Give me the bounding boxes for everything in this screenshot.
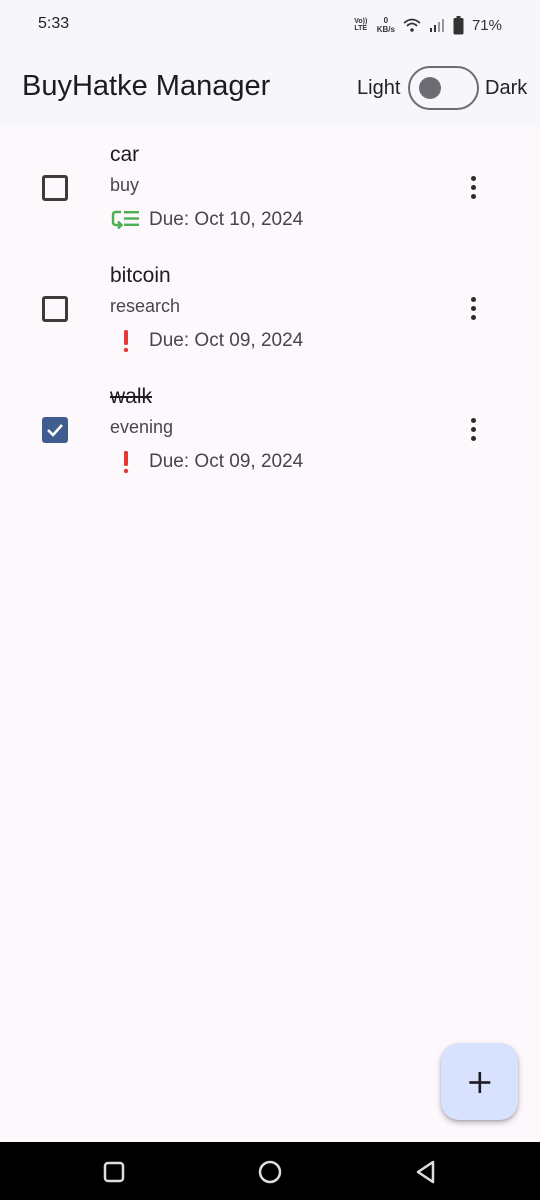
net-speed: 0 KB/s — [376, 16, 395, 34]
task-due-date: Due: Oct 09, 2024 — [149, 451, 304, 472]
high-priority-icon — [123, 451, 129, 474]
add-task-button[interactable] — [441, 1043, 518, 1120]
task-item: car buy Due: Oct 10, 2024 — [0, 138, 540, 259]
task-description: research — [110, 296, 181, 316]
task-description: evening — [110, 417, 174, 437]
task-item: bitcoin research Due: Oct 09, 2024 — [0, 259, 540, 380]
theme-light-label: Light — [357, 77, 401, 99]
theme-toggle[interactable] — [408, 66, 479, 110]
task-description: buy — [110, 175, 140, 195]
task-due-date: Due: Oct 09, 2024 — [149, 330, 304, 351]
task-title: bitcoin — [110, 264, 171, 287]
home-icon[interactable] — [257, 1159, 283, 1185]
signal-icon — [429, 19, 444, 32]
theme-dark-label: Dark — [485, 77, 528, 99]
battery-icon — [453, 15, 464, 34]
system-nav-bar — [0, 1142, 540, 1200]
check-icon — [47, 424, 63, 437]
high-priority-icon — [123, 330, 129, 353]
status-bar: 5:33 Vo)) LTE 0 KB/s 71% — [0, 0, 540, 50]
app-title: BuyHatke Manager — [22, 70, 271, 102]
status-time: 5:33 — [38, 15, 70, 32]
task-due-date: Due: Oct 10, 2024 — [149, 209, 304, 230]
volte-indicator: Vo)) LTE — [354, 18, 368, 32]
recent-apps-icon[interactable] — [101, 1159, 127, 1185]
task-checkbox[interactable] — [42, 296, 68, 322]
task-title: walk — [110, 385, 153, 408]
app-bar: BuyHatke Manager Light Dark — [0, 50, 540, 126]
task-title: car — [110, 143, 140, 166]
more-options-icon[interactable] — [462, 294, 486, 324]
low-priority-icon — [111, 210, 139, 230]
task-checkbox[interactable] — [42, 417, 68, 443]
status-icons: Vo)) LTE 0 KB/s 71% — [353, 12, 502, 38]
plus-icon — [469, 1072, 491, 1093]
more-options-icon[interactable] — [462, 415, 486, 445]
toggle-knob — [419, 77, 441, 99]
more-options-icon[interactable] — [462, 173, 486, 203]
battery-percent: 71% — [471, 16, 502, 34]
back-icon[interactable] — [413, 1159, 439, 1185]
wifi-icon — [403, 18, 421, 32]
task-item: walk evening Due: Oct 09, 2024 — [0, 380, 540, 501]
task-checkbox[interactable] — [42, 175, 68, 201]
